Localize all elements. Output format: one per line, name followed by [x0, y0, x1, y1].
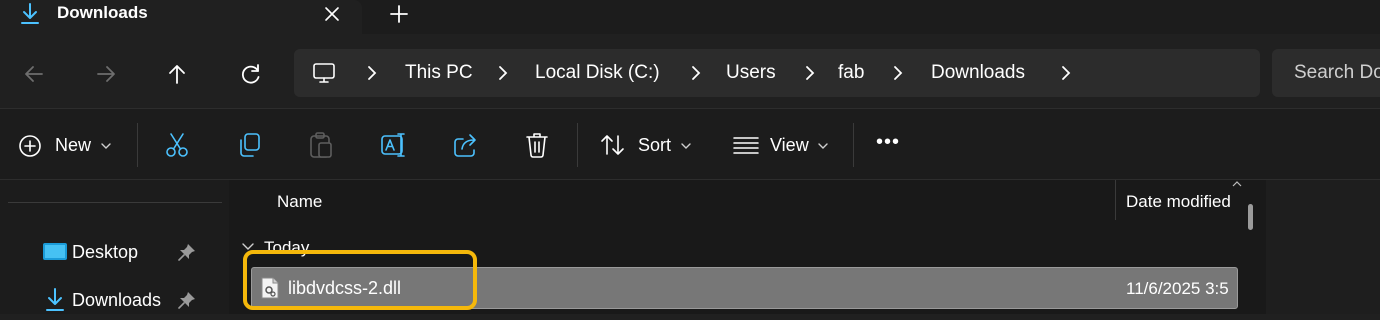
chevron-down-icon [817, 140, 829, 152]
pin-icon[interactable] [178, 243, 196, 261]
arrow-left-icon[interactable] [20, 60, 48, 88]
more-options-icon[interactable]: ••• [876, 131, 900, 159]
pane-divider [8, 202, 222, 203]
tab-title: Downloads [57, 3, 148, 22]
details-pane [1266, 180, 1380, 314]
sort-button[interactable]: Sort [600, 131, 696, 159]
chevron-down-icon [680, 140, 692, 152]
chevron-right-icon[interactable] [495, 65, 511, 81]
breadcrumb-this-pc[interactable]: This PC [405, 62, 473, 84]
view-button[interactable]: View [733, 131, 833, 159]
breadcrumb-users[interactable]: Users [726, 62, 776, 84]
search-input[interactable]: Search Downloads [1272, 49, 1380, 97]
breadcrumb-local-disk[interactable]: Local Disk (C:) [535, 62, 660, 84]
command-toolbar: New Sort View ••• [0, 108, 1380, 180]
sidebar-item-downloads[interactable]: Downloads [0, 280, 229, 320]
breadcrumb-fab[interactable]: fab [838, 62, 864, 84]
file-date-modified: 11/6/2025 3:5 [1126, 279, 1229, 298]
refresh-icon[interactable] [237, 60, 265, 88]
delete-icon[interactable] [524, 131, 550, 159]
tab-downloads[interactable]: Downloads [0, 0, 362, 34]
monitor-icon[interactable] [312, 61, 336, 85]
chevron-down-icon [100, 140, 112, 152]
rename-icon[interactable] [380, 131, 408, 159]
download-icon [44, 288, 66, 312]
column-header-name[interactable]: Name [277, 192, 322, 212]
column-divider[interactable] [1115, 180, 1116, 220]
address-bar[interactable]: This PC Local Disk (C:) Users fab Downlo… [294, 49, 1260, 97]
title-bar: Downloads [0, 0, 1380, 34]
scrollbar-thumb[interactable] [1248, 204, 1253, 230]
sort-label: Sort [638, 135, 672, 155]
sidebar-item-label: Desktop [72, 242, 139, 262]
new-tab-plus-icon[interactable] [386, 1, 412, 27]
view-label: View [770, 135, 809, 155]
share-icon[interactable] [452, 131, 480, 159]
search-placeholder: Search Downloads [1294, 62, 1380, 83]
highlight-annotation [243, 250, 477, 310]
view-list-icon [733, 135, 759, 155]
arrow-right-icon[interactable] [92, 60, 120, 88]
plus-circle-icon [18, 134, 42, 158]
sort-indicator-icon [1232, 180, 1242, 188]
new-button[interactable]: New [18, 131, 118, 159]
arrow-up-icon[interactable] [163, 60, 191, 88]
chevron-right-icon[interactable] [802, 65, 818, 81]
toolbar-divider [853, 123, 854, 167]
toolbar-divider [137, 123, 138, 167]
chevron-right-icon[interactable] [688, 65, 704, 81]
sort-icon [600, 133, 626, 157]
sidebar-item-label: Downloads [72, 290, 162, 310]
cut-icon[interactable] [164, 131, 190, 159]
close-icon[interactable] [320, 2, 344, 26]
chevron-right-icon[interactable] [364, 65, 380, 81]
breadcrumb-downloads[interactable]: Downloads [931, 62, 1025, 84]
desktop-icon [43, 242, 67, 262]
column-header-date-modified[interactable]: Date modified [1126, 192, 1231, 212]
new-label: New [55, 135, 92, 155]
navigation-bar: This PC Local Disk (C:) Users fab Downlo… [0, 34, 1380, 108]
pin-icon[interactable] [178, 291, 196, 309]
paste-icon[interactable] [308, 131, 334, 159]
navigation-pane: Desktop Downloads [0, 180, 229, 314]
download-icon [18, 2, 42, 26]
chevron-right-icon[interactable] [890, 65, 906, 81]
copy-icon[interactable] [236, 131, 262, 159]
chevron-right-icon[interactable] [1058, 65, 1074, 81]
sidebar-item-desktop[interactable]: Desktop [0, 232, 229, 272]
toolbar-divider [577, 123, 578, 167]
